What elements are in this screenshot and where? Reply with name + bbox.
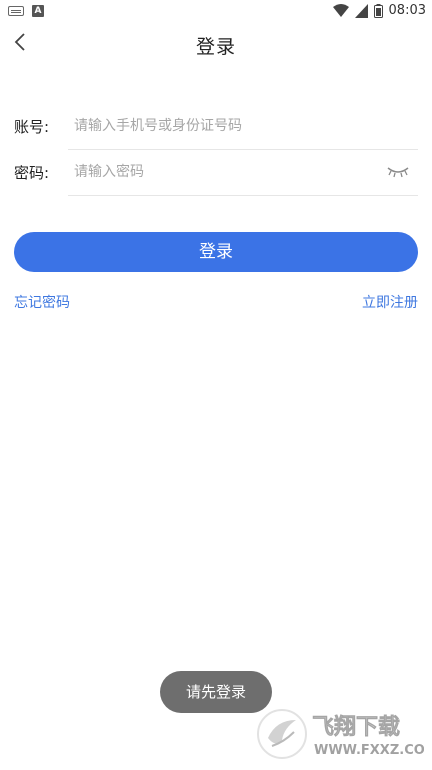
forgot-password-link[interactable]: 忘记密码	[14, 292, 70, 312]
a-notification-icon: A	[32, 5, 44, 17]
register-link[interactable]: 立即注册	[362, 292, 418, 312]
account-row: 账号:	[0, 104, 432, 150]
account-field	[68, 104, 418, 150]
password-row: 密码:	[0, 150, 432, 196]
watermark-logo: 飞翔下载 WWW.FXXZ.COM	[257, 709, 424, 759]
wifi-icon	[332, 3, 349, 18]
account-input[interactable]	[68, 104, 374, 148]
password-field	[68, 150, 418, 196]
login-button[interactable]: 登录	[14, 232, 418, 272]
status-left: A	[8, 5, 44, 17]
keyboard-icon	[8, 6, 24, 16]
login-form: 账号: 密码:	[0, 104, 432, 196]
page-title: 登录	[195, 36, 236, 58]
password-label: 密码:	[14, 164, 50, 182]
header: 登录	[0, 24, 432, 64]
svg-text:WWW.FXXZ.COM: WWW.FXXZ.COM	[314, 743, 424, 758]
eye-closed-icon[interactable]	[386, 164, 410, 178]
svg-text:飞翔下载: 飞翔下载	[312, 714, 400, 740]
signal-icon	[354, 3, 368, 18]
status-time: 08:03	[388, 3, 426, 18]
status-right: 08:03	[332, 3, 426, 18]
battery-icon	[373, 3, 383, 18]
status-bar: A 08:03	[0, 0, 432, 24]
password-input[interactable]	[68, 150, 374, 194]
account-label: 账号:	[14, 118, 50, 136]
